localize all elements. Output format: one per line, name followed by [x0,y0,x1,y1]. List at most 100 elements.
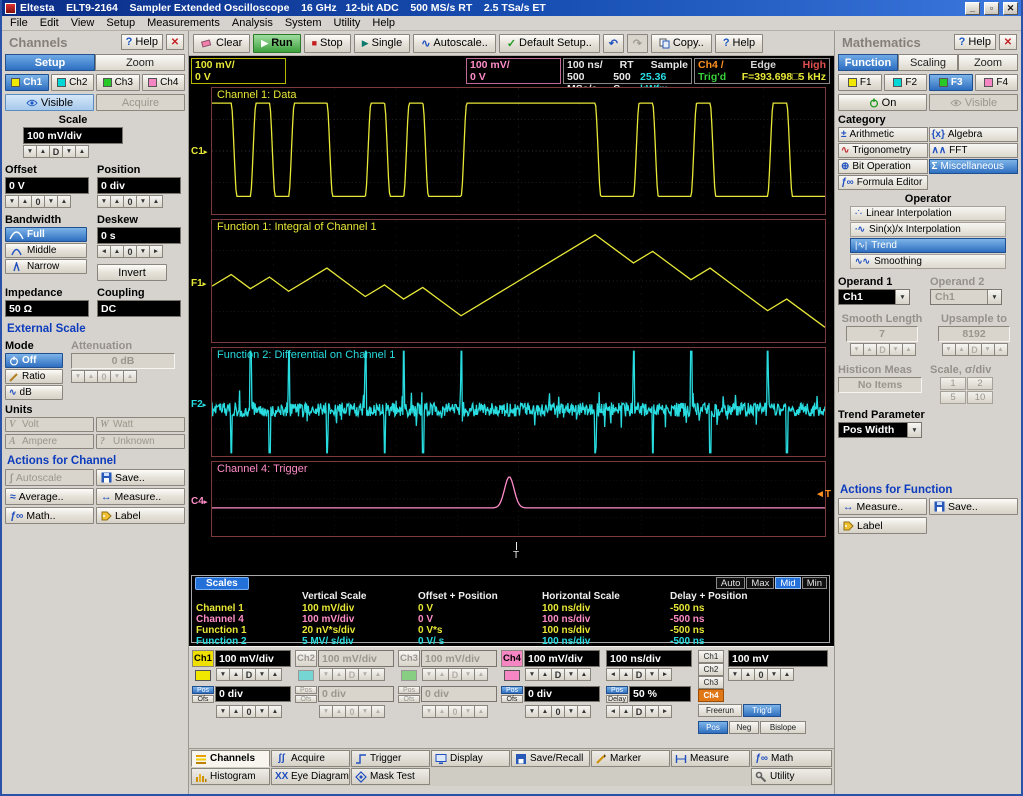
close-button[interactable]: ✕ [1003,2,1018,15]
menu-help[interactable]: Help [366,17,401,29]
spin-center[interactable]: 0 [754,668,768,681]
menu-measurements[interactable]: Measurements [141,17,226,29]
timebase-spinner[interactable]: ◄▲D▼► [606,668,671,681]
ch4-bottom-position-display[interactable]: 0 div [524,686,600,702]
horizontal-delay-spinner[interactable]: ◄▲D▼► [606,705,671,718]
stop-button[interactable]: ■Stop [304,34,351,53]
clear-button[interactable]: Clear [193,34,250,53]
horizontal-position-display[interactable]: 50 % [629,686,691,702]
function2-waveform-panel[interactable]: Function 2: Differential on Channel 1 [211,347,826,457]
function-select-f1[interactable]: F1 [838,74,882,91]
tab-utility[interactable]: Utility [751,768,832,785]
position-display[interactable]: 0 div [97,177,181,194]
menu-view[interactable]: View [65,17,101,29]
spin-up-coarse-icon[interactable]: ▲ [229,668,243,681]
tab-math-scaling[interactable]: Scaling [898,54,958,71]
function-select-f4[interactable]: F4 [975,74,1019,91]
trigger-level-spinner[interactable]: ▼▲0▼▲ [728,668,793,681]
spin-left-icon[interactable]: ◄ [606,705,620,718]
spin-right-icon[interactable]: ► [149,245,163,258]
channel-save-button[interactable]: Save.. [96,469,185,486]
copy-button[interactable]: Copy.. [651,34,712,53]
slope-bislope-button[interactable]: Bislope [760,721,806,734]
ch1-bottom-scale-display[interactable]: 100 mV/div [215,650,291,667]
spin-up-icon[interactable]: ▲ [619,705,633,718]
spin-down-fine-icon[interactable]: ▼ [44,195,58,208]
toolbar-help-button[interactable]: ?Help [715,34,763,53]
spin-down-coarse-icon[interactable]: ▼ [97,195,111,208]
ch1-bottom-position-spinner[interactable]: ▼▲0▼▲ [216,705,281,718]
deskew-display[interactable]: 0 s [97,227,181,244]
spin-up-coarse-icon[interactable]: ▲ [36,145,50,158]
channel-label-button[interactable]: Label [96,507,185,524]
spin-up-fine-icon[interactable]: ▲ [149,195,163,208]
function-label-button[interactable]: Label [838,517,927,534]
function-measure-button[interactable]: ↔Measure.. [838,498,927,515]
spin-down-fine-icon[interactable]: ▼ [136,195,150,208]
ch4-bottom-scale-display[interactable]: 100 mV/div [524,650,600,667]
category-arithmetic[interactable]: ±Arithmetic [838,127,928,142]
spin-up-fine-icon[interactable]: ▲ [577,705,591,718]
ch1-bottom-scale-spinner[interactable]: ▼▲D▼▲ [216,668,281,681]
spin-down-icon[interactable]: ▼ [136,245,150,258]
spin-center[interactable]: D [632,705,646,718]
ch1-ofs-button[interactable]: Ofs [192,695,214,703]
mode-db-button[interactable]: ∿ dB [5,385,63,400]
channel-average-button[interactable]: ≈Average.. [5,488,94,505]
c4-source-marker[interactable]: C4▸ [191,496,207,507]
scales-min-button[interactable]: Min [802,577,827,589]
ch4-visible-checkbox[interactable] [504,670,520,681]
timebase-display[interactable]: 100 ns/div [606,650,692,667]
tab-trigger[interactable]: Trigger [351,750,430,767]
f2-source-marker[interactable]: F2▸ [191,399,206,410]
slope-pos-button[interactable]: Pos [698,721,728,734]
spin-right-icon[interactable]: ► [658,705,672,718]
c1-source-marker[interactable]: C1▸ [191,146,207,157]
ch4-bottom-tab[interactable]: Ch4 [501,650,523,667]
spin-up-coarse-icon[interactable]: ▲ [229,705,243,718]
spin-center[interactable]: D [242,668,256,681]
spin-center[interactable]: 0 [551,705,565,718]
ch4-ofs-button[interactable]: Ofs [501,695,523,703]
acquire-toggle[interactable]: Acquire [96,94,185,111]
spin-center[interactable]: 0 [31,195,45,208]
operator-linear-interpolation[interactable]: ∙˙∙Linear Interpolation [850,206,1006,221]
ch1-bottom-tab[interactable]: Ch1 [192,650,214,667]
spin-down-coarse-icon[interactable]: ▼ [525,668,539,681]
channel-math-button[interactable]: ƒ∞Math.. [5,507,94,524]
menu-system[interactable]: System [279,17,328,29]
channel-select-ch2[interactable]: Ch2 [51,74,95,91]
sigma-1-button[interactable]: 1 [940,377,966,390]
spin-down-coarse-icon[interactable]: ▼ [5,195,19,208]
trigger-source-ch2[interactable]: Ch2 [698,663,724,676]
spin-right-icon[interactable]: ► [658,668,672,681]
mode-off-button[interactable]: Off [5,353,63,368]
spin-down-fine-icon[interactable]: ▼ [255,705,269,718]
ch4-bottom-position-spinner[interactable]: ▼▲0▼▲ [525,705,590,718]
spin-up-coarse-icon[interactable]: ▲ [538,668,552,681]
sigma-10-button[interactable]: 10 [967,391,993,404]
tab-eye-diagram[interactable]: XXEye Diagram [271,768,350,785]
trigger-source-ch3[interactable]: Ch3 [698,676,724,689]
tab-channels-setup[interactable]: Setup [5,54,95,71]
tab-measure[interactable]: Measure [671,750,750,767]
channel1-waveform-panel[interactable]: Channel 1: Data [211,87,826,215]
position-spinner[interactable]: ▼▲0▼▲ [97,195,162,208]
spin-down-fine-icon[interactable]: ▼ [564,705,578,718]
spin-down-coarse-icon[interactable]: ▼ [525,705,539,718]
operand1-dropdown[interactable]: Ch1▼ [838,289,910,305]
tab-acquire[interactable]: ʃʃAcquire [271,750,350,767]
visible-toggle[interactable]: Visible [5,94,94,111]
channel-measure-button[interactable]: ↔Measure.. [96,488,185,505]
scales-mid-button[interactable]: Mid [775,577,800,589]
menu-analysis[interactable]: Analysis [226,17,279,29]
spin-down-icon[interactable]: ▼ [645,668,659,681]
category-formula-editor[interactable]: ƒ∞Formula Editor [838,175,928,190]
function1-waveform-panel[interactable]: Function 1: Integral of Channel 1 [211,219,826,343]
freerun-button[interactable]: Freerun [698,704,742,717]
undo-button[interactable]: ↶ [603,34,624,53]
spin-up-fine-icon[interactable]: ▲ [780,668,794,681]
channel-select-ch3[interactable]: Ch3 [96,74,140,91]
tab-marker[interactable]: Marker [591,750,670,767]
spin-center[interactable]: 0 [123,195,137,208]
